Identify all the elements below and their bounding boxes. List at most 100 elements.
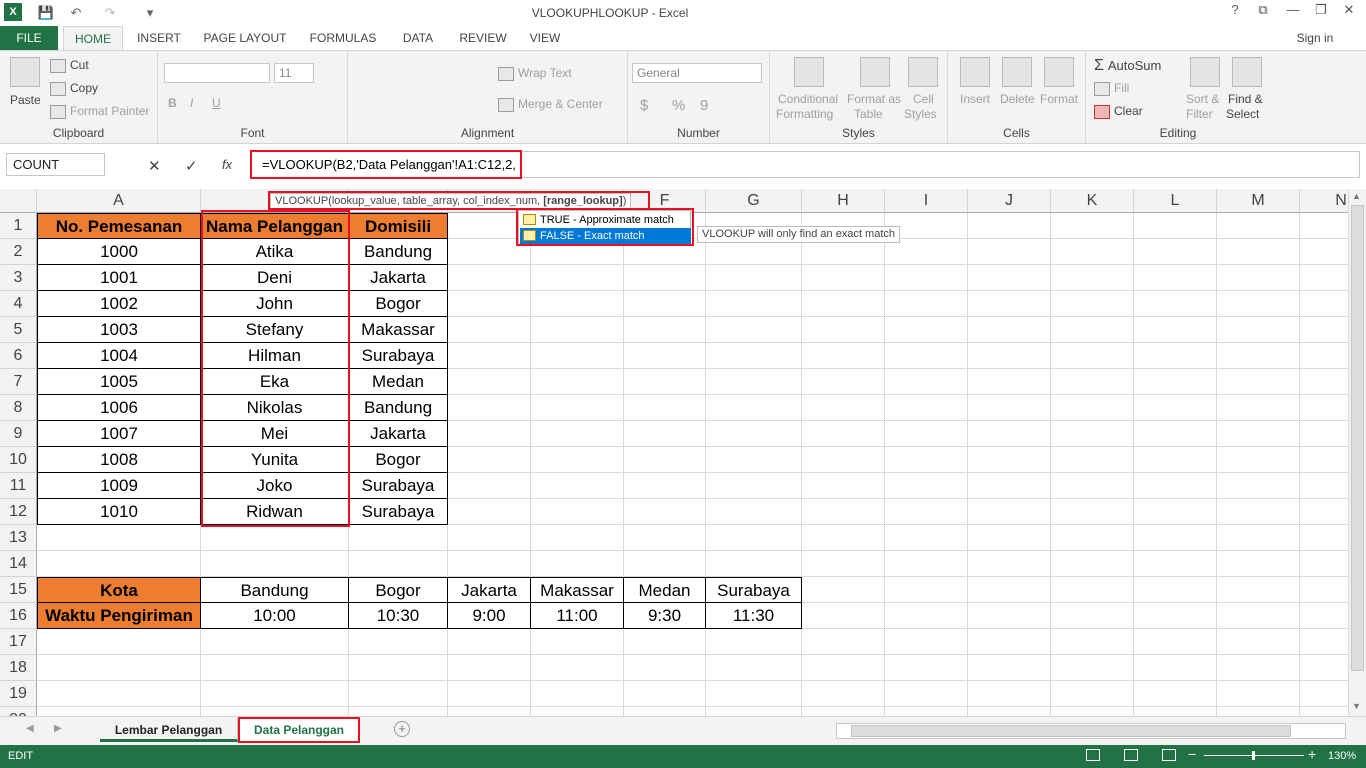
- column-header-k[interactable]: K: [1051, 189, 1134, 213]
- cut-button[interactable]: Cut: [50, 58, 89, 73]
- page-break-view-icon[interactable]: [1162, 749, 1176, 761]
- table-header-cell[interactable]: Nama Pelanggan: [201, 213, 349, 239]
- city-cell[interactable]: Medan: [624, 577, 706, 603]
- table-cell[interactable]: 1009: [37, 473, 201, 499]
- table-cell[interactable]: 1004: [37, 343, 201, 369]
- row-header-4[interactable]: 4: [0, 291, 37, 317]
- tab-insert[interactable]: INSERT: [130, 26, 188, 50]
- row-header-20[interactable]: 20: [0, 707, 37, 716]
- tab-file[interactable]: FILE: [0, 26, 58, 50]
- fill-button[interactable]: Fill: [1094, 81, 1129, 96]
- currency-button[interactable]: $: [640, 97, 648, 114]
- autosum-button[interactable]: Σ AutoSum: [1094, 57, 1161, 75]
- table-cell[interactable]: Joko: [201, 473, 349, 499]
- table-cell[interactable]: 1000: [37, 239, 201, 265]
- horizontal-scroll-thumb[interactable]: [851, 725, 1291, 737]
- row-header-9[interactable]: 9: [0, 421, 37, 447]
- table-cell[interactable]: Ridwan: [201, 499, 349, 525]
- find-select-button[interactable]: Find &: [1228, 92, 1263, 106]
- row-header-1[interactable]: 1: [0, 213, 37, 239]
- column-header-m[interactable]: M: [1217, 189, 1300, 213]
- row-header-2[interactable]: 2: [0, 239, 37, 265]
- table-cell[interactable]: Mei: [201, 421, 349, 447]
- column-header-j[interactable]: J: [968, 189, 1051, 213]
- tab-data[interactable]: DATA: [393, 26, 443, 50]
- table-cell[interactable]: Nikolas: [201, 395, 349, 421]
- time-cell[interactable]: 11:00: [531, 603, 624, 629]
- table-header-cell[interactable]: No. Pemesanan: [37, 213, 201, 239]
- enter-icon[interactable]: ✓: [185, 157, 198, 175]
- cancel-icon[interactable]: ✕: [148, 157, 161, 175]
- table-cell[interactable]: 1010: [37, 499, 201, 525]
- autocomplete-true[interactable]: TRUE - Approximate match: [520, 212, 691, 228]
- table-cell[interactable]: Hilman: [201, 343, 349, 369]
- time-cell[interactable]: 10:30: [349, 603, 448, 629]
- delete-cells-button[interactable]: Delete: [1000, 92, 1035, 106]
- table-cell[interactable]: Eka: [201, 369, 349, 395]
- time-cell[interactable]: 9:30: [624, 603, 706, 629]
- row-header-10[interactable]: 10: [0, 447, 37, 473]
- table-cell[interactable]: John: [201, 291, 349, 317]
- table-header-cell[interactable]: Domisili: [349, 213, 448, 239]
- tab-page-layout[interactable]: PAGE LAYOUT: [198, 26, 292, 50]
- number-format-select[interactable]: General: [632, 63, 762, 83]
- zoom-in-icon[interactable]: +: [1308, 746, 1316, 762]
- time-cell[interactable]: 10:00: [201, 603, 349, 629]
- city-cell[interactable]: Bogor: [349, 577, 448, 603]
- autocomplete-false[interactable]: FALSE - Exact match: [520, 228, 691, 244]
- column-header-g[interactable]: G: [706, 189, 802, 213]
- table-cell[interactable]: Jakarta: [349, 421, 448, 447]
- row-header-11[interactable]: 11: [0, 473, 37, 499]
- time-cell[interactable]: 11:30: [706, 603, 802, 629]
- page-layout-view-icon[interactable]: [1124, 749, 1138, 761]
- underline-button[interactable]: U: [212, 96, 221, 110]
- italic-button[interactable]: I: [190, 96, 193, 110]
- row-header-12[interactable]: 12: [0, 499, 37, 525]
- column-header-n[interactable]: N: [1300, 189, 1348, 213]
- table-cell[interactable]: Surabaya: [349, 473, 448, 499]
- table-cell[interactable]: Deni: [201, 265, 349, 291]
- normal-view-icon[interactable]: [1086, 749, 1100, 761]
- row-header-7[interactable]: 7: [0, 369, 37, 395]
- row-header-13[interactable]: 13: [0, 525, 37, 551]
- table-cell[interactable]: Bandung: [349, 395, 448, 421]
- comma-button[interactable]: 9: [700, 97, 708, 114]
- format-cells-button[interactable]: Format: [1040, 92, 1078, 106]
- column-header-i[interactable]: I: [885, 189, 968, 213]
- percent-button[interactable]: %: [672, 97, 685, 114]
- format-painter-button[interactable]: Format Painter: [50, 104, 149, 119]
- table-cell[interactable]: 1001: [37, 265, 201, 291]
- new-sheet-icon[interactable]: +: [394, 721, 410, 737]
- time-cell[interactable]: 9:00: [448, 603, 531, 629]
- row-header-18[interactable]: 18: [0, 655, 37, 681]
- row-header-15[interactable]: 15: [0, 577, 37, 603]
- clear-button[interactable]: Clear: [1094, 104, 1143, 119]
- font-size-select[interactable]: 11: [274, 63, 314, 83]
- column-header-l[interactable]: L: [1134, 189, 1217, 213]
- waktu-label-cell[interactable]: Waktu Pengiriman: [37, 603, 201, 629]
- row-header-6[interactable]: 6: [0, 343, 37, 369]
- vertical-scroll-thumb[interactable]: [1351, 205, 1364, 671]
- sign-in-link[interactable]: Sign in: [1290, 30, 1340, 46]
- table-cell[interactable]: 1006: [37, 395, 201, 421]
- prev-sheet-icon[interactable]: ◀: [26, 723, 34, 734]
- row-header-19[interactable]: 19: [0, 681, 37, 707]
- sort-filter-button[interactable]: Sort &: [1186, 92, 1219, 106]
- spreadsheet-grid[interactable]: ABCDEFGHIJKLMN 1234567891011121314151617…: [0, 189, 1348, 716]
- cell-styles-button[interactable]: Cell: [913, 92, 934, 106]
- bold-button[interactable]: B: [168, 96, 177, 110]
- city-cell[interactable]: Surabaya: [706, 577, 802, 603]
- tab-formulas[interactable]: FORMULAS: [303, 26, 383, 50]
- table-cell[interactable]: Surabaya: [349, 343, 448, 369]
- city-cell[interactable]: Makassar: [531, 577, 624, 603]
- minimize-button[interactable]: —: [1280, 2, 1306, 22]
- help-button[interactable]: ?: [1222, 2, 1248, 22]
- city-cell[interactable]: Bandung: [201, 577, 349, 603]
- horizontal-scrollbar[interactable]: [836, 723, 1346, 739]
- row-header-14[interactable]: 14: [0, 551, 37, 577]
- row-header-3[interactable]: 3: [0, 265, 37, 291]
- format-as-table-button[interactable]: Format as: [847, 92, 901, 106]
- table-cell[interactable]: Atika: [201, 239, 349, 265]
- table-cell[interactable]: Bogor: [349, 447, 448, 473]
- table-cell[interactable]: 1008: [37, 447, 201, 473]
